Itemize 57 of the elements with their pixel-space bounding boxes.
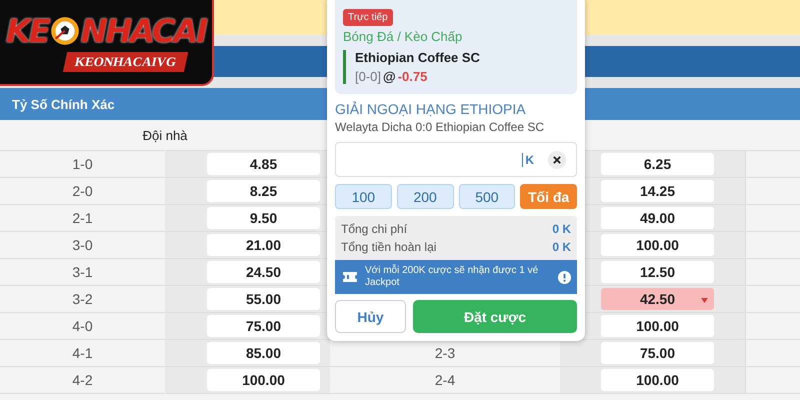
odds-button[interactable]: 21.00 — [207, 234, 320, 256]
odds-button[interactable]: 49.00 — [601, 207, 714, 229]
odds-button[interactable]: 100.00 — [207, 369, 320, 391]
odds-button[interactable]: 24.50 — [207, 261, 320, 283]
odds-value: -0.75 — [398, 69, 428, 84]
score-label: 4-2 — [72, 372, 93, 388]
summary-label: Tổng tiền hoàn lại — [341, 239, 436, 256]
score-label: 4-0 — [72, 318, 93, 334]
odds-button[interactable]: 6.25 — [601, 153, 714, 175]
close-icon[interactable] — [548, 150, 566, 168]
odds-button[interactable]: 9.50 — [207, 207, 320, 229]
cancel-button[interactable]: Hủy — [335, 300, 406, 333]
promo-text: Với mỗi 200K cược sẽ nhận được 1 vé Jackpot — [365, 265, 540, 289]
summary-value: 0 K — [552, 221, 571, 238]
score-label: 2-1 — [72, 210, 93, 226]
score-label: 3-0 — [72, 237, 93, 253]
summary-value: 0 K — [552, 239, 571, 256]
score-label: 3-2 — [72, 291, 93, 307]
amount-chip[interactable]: 200 — [396, 184, 454, 209]
info-icon[interactable] — [558, 270, 571, 284]
score-label: 1-0 — [72, 156, 93, 172]
amount-chip[interactable]: 500 — [458, 184, 516, 209]
match-name: Welayta Dicha 0:0 Ethiopian Coffee SC — [335, 120, 546, 134]
odds-button[interactable]: 100.00 — [601, 234, 714, 256]
column-header: Đội nhà — [142, 128, 188, 142]
selection-team: Ethiopian Coffee SC — [355, 50, 481, 65]
at-sign: @ — [383, 69, 396, 84]
odds-button[interactable]: 42.50 — [601, 288, 714, 310]
odds-button[interactable]: 55.00 — [207, 288, 320, 310]
score-label: 4-1 — [72, 345, 93, 361]
odds-button[interactable]: 14.25 — [601, 180, 714, 202]
logo-text: KE — [6, 12, 49, 50]
odds-button[interactable]: 12.50 — [601, 261, 714, 283]
score-label: 2-0 — [72, 183, 93, 199]
ticket-icon — [343, 272, 357, 282]
league-name: GIẢI NGOẠI HẠNG ETHIOPIA — [335, 101, 527, 117]
odds-button[interactable]: 75.00 — [601, 342, 714, 364]
logo-subtitle: KEONHACAIVG — [63, 52, 189, 72]
odds-button[interactable]: 75.00 — [207, 315, 320, 337]
odds-button[interactable]: 8.25 — [207, 180, 320, 202]
score-label: 3-1 — [72, 264, 93, 280]
amount-chip[interactable]: 100 — [335, 184, 392, 209]
odds-button[interactable]: 100.00 — [601, 369, 714, 391]
currency-suffix: K — [522, 152, 534, 166]
current-score: [0-0] — [355, 69, 382, 84]
stake-input[interactable]: K — [335, 142, 577, 177]
logo-text: NHACAI — [80, 12, 206, 50]
score-label: 2-4 — [434, 372, 456, 388]
summary-label: Tổng chi phí — [341, 221, 408, 238]
market-label: Bóng Đá / Kèo Chấp — [343, 29, 464, 44]
soccer-ball-icon — [48, 15, 81, 47]
odds-button[interactable]: 85.00 — [207, 342, 320, 364]
odds-button[interactable]: 100.00 — [601, 315, 714, 337]
section-title: Tỷ Số Chính Xác — [12, 96, 115, 112]
odds-button[interactable]: 4.85 — [207, 153, 320, 175]
live-badge: Trực tiếp — [343, 9, 393, 26]
score-label: 2-3 — [434, 345, 456, 361]
